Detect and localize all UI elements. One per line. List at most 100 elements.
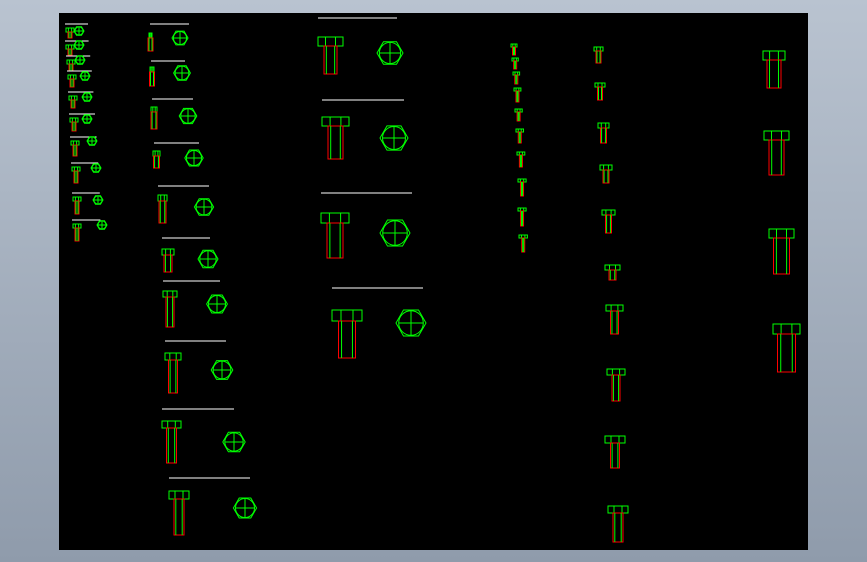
bolt-drawing-canvas[interactable] [59,13,808,550]
bolt-head [68,95,78,101]
hex-bolt-side-view [168,490,190,536]
hex-bolt-side-view [516,151,526,168]
hex-bolt-side-view [331,309,363,359]
bolt-head [599,164,613,171]
bolt-head [72,223,82,229]
hex-bolt-top-view [74,55,86,65]
hex-bolt-side-view [768,228,795,275]
hex-bolt-side-view [71,166,81,184]
hex-bolt-side-view [593,46,604,64]
bolt-head [604,264,621,271]
hex-bolt-side-view [511,57,519,70]
bolt-head [606,368,626,376]
bolt-shank [338,320,356,359]
hex-bolt-side-view [772,323,801,373]
hex-bolt-top-view [206,294,228,314]
hex-bolt-side-view [66,59,76,72]
hex-bolt-top-view [193,198,215,216]
hex-bolt-top-view [73,40,85,50]
hex-bolt-top-view [96,220,108,230]
hex-bolt-side-view [65,27,75,39]
hex-bolt-side-view [147,32,154,52]
bolt-head [149,66,155,73]
hex-bolt-side-view [762,50,786,89]
hex-bolt-side-view [321,116,350,160]
hex-bolt-side-view [65,44,75,56]
bolt-head [168,490,190,500]
bolt-head [331,309,363,322]
bolt-head [321,116,350,127]
cad-viewport[interactable] [59,13,808,550]
hex-bolt-side-view [517,207,527,227]
bolt-head [772,323,801,335]
hex-bolt-top-view [376,41,404,65]
bolt-head [164,352,182,361]
hex-bolt-side-view [320,212,350,259]
bolt-head [320,212,350,224]
hex-bolt-top-view [379,219,411,247]
hex-bolt-side-view [67,74,77,88]
bolt-column-1 [65,23,108,242]
hex-bolt-top-view [379,125,409,151]
bolt-head [762,50,786,61]
bolt-head [593,46,604,52]
bolt-head [605,304,624,312]
hex-bolt-side-view [68,95,78,109]
hex-bolt-top-view [86,136,98,146]
hex-bolt-top-view [171,30,189,46]
bolt-column-4 [510,43,528,253]
hex-bolt-side-view [605,304,624,335]
hex-bolt-side-view [72,223,82,242]
hex-bolt-side-view [164,352,182,394]
hex-bolt-side-view [517,178,527,197]
hex-bolt-top-view [197,249,219,269]
hex-bolt-top-view [178,107,198,125]
hex-bolt-side-view [512,71,521,85]
hex-bolt-side-view [162,290,178,328]
bolt-head [161,248,175,256]
hex-bolt-side-view [152,150,161,169]
hex-bolt-side-view [604,264,621,281]
hex-bolt-side-view [594,82,606,101]
hex-bolt-top-view [210,360,234,380]
hex-bolt-top-view [81,114,93,124]
bolt-head [763,130,790,141]
hex-bolt-side-view [317,36,344,75]
bolt-head [768,228,795,239]
hex-bolt-side-view [149,66,155,87]
bolt-head [152,150,161,157]
hex-bolt-side-view [513,87,522,103]
bolt-shank [777,333,796,373]
hex-bolt-side-view [601,209,616,234]
hex-bolt-side-view [763,130,790,176]
hex-bolt-top-view [395,309,427,337]
hex-bolt-side-view [599,164,613,184]
hex-bolt-side-view [150,106,158,130]
bolt-head [65,44,75,50]
bolt-head [66,59,76,65]
bolt-head [150,106,158,113]
hex-bolt-side-view [597,122,610,144]
bolt-head [161,420,182,429]
bolt-head [162,290,178,298]
hex-bolt-side-view [161,248,175,273]
bolt-column-2 [147,23,258,536]
bolt-head [157,194,168,202]
hex-bolt-side-view [70,140,80,157]
hex-bolt-side-view [72,196,82,215]
hex-bolt-top-view [232,497,258,519]
bolt-head [65,27,75,33]
hex-bolt-top-view [81,92,93,102]
bolt-head [72,196,82,202]
hex-bolt-side-view [69,117,79,132]
hex-bolt-side-view [518,234,528,253]
bolt-head [601,209,616,216]
bolt-head [604,435,626,444]
hex-bolt-top-view [79,71,91,81]
hex-bolt-side-view [606,368,626,402]
hex-bolt-top-view [73,26,85,36]
bolt-head [70,140,80,146]
bolt-head [69,117,79,123]
bolt-head [607,505,629,514]
bolt-head [317,36,344,47]
